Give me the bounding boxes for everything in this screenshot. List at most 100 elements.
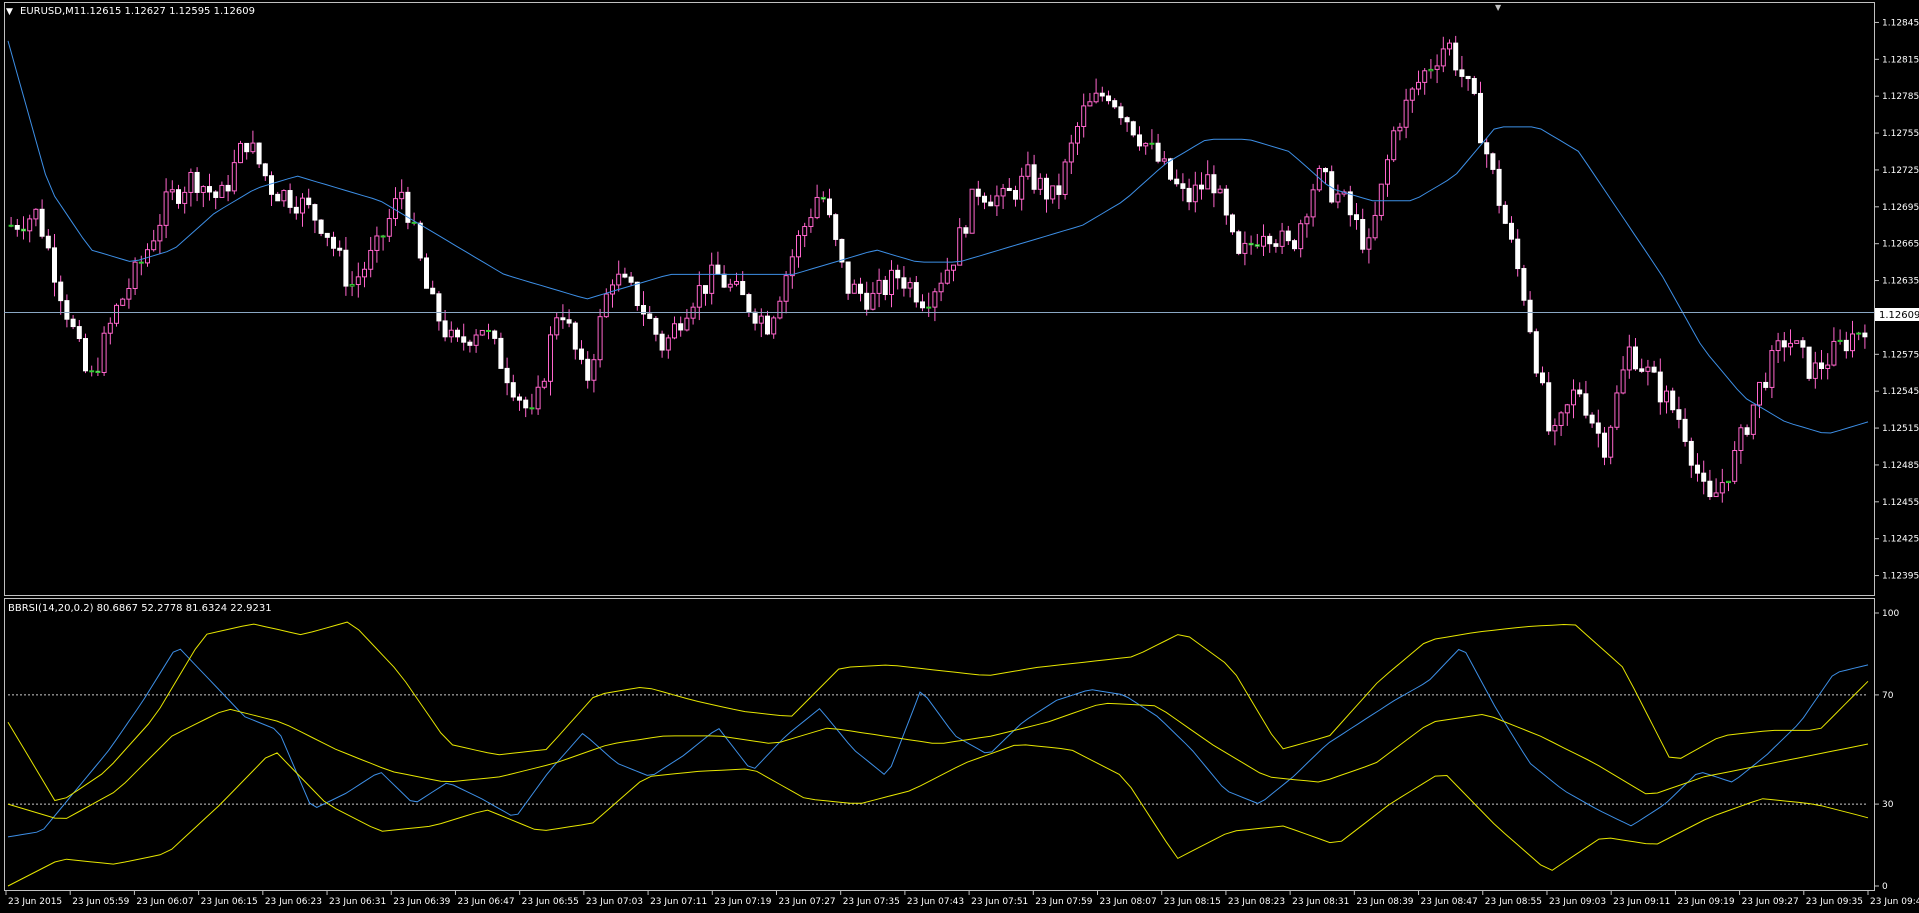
candle-body — [225, 184, 231, 192]
candle-body — [969, 188, 975, 234]
candle-body — [45, 235, 51, 249]
candle-body — [1391, 130, 1397, 161]
candle-body — [132, 261, 138, 290]
candle-body — [219, 184, 225, 198]
candle-body — [1856, 332, 1862, 335]
candle-body — [1608, 426, 1614, 458]
candle-body — [424, 257, 429, 289]
candle-body — [269, 175, 274, 195]
candle-body — [1533, 331, 1539, 374]
candle-body — [1484, 142, 1490, 155]
price-tick-label: 1.12665 — [1882, 240, 1919, 250]
candle-body — [1273, 243, 1279, 247]
candle-body — [1254, 244, 1260, 247]
candle-body — [1589, 414, 1595, 424]
candle-body — [448, 329, 454, 338]
candle-body — [628, 276, 634, 283]
candle-body — [1806, 346, 1812, 379]
candle-body — [994, 195, 1000, 207]
candle-body — [176, 189, 181, 204]
candle-body — [380, 235, 386, 238]
candle-body — [1267, 235, 1273, 245]
candle-body — [1081, 105, 1087, 127]
chart-window[interactable]: 1.12845 1.12815 1.12785 1.12755 1.12725 1.126… — [0, 0, 1919, 909]
candle-body — [1143, 142, 1149, 147]
time-tick-label: 23 Jun 07:59 — [1035, 897, 1092, 907]
candle-body — [120, 298, 126, 306]
candle-body — [1633, 346, 1638, 370]
candle-body — [752, 311, 758, 324]
candle-body — [1223, 188, 1229, 216]
indicator-tick-label: 0 — [1882, 882, 1888, 892]
candle-body — [963, 227, 969, 234]
candle-body — [1149, 142, 1155, 145]
chart-shift-marker-icon[interactable]: ▼ — [1495, 3, 1502, 12]
time-tick-label: 23 Jun 07:11 — [650, 897, 707, 907]
candle-body — [95, 370, 101, 373]
candle-body — [1137, 134, 1142, 147]
candle-body — [548, 334, 553, 382]
time-tick-label: 23 Jun 08:31 — [1292, 897, 1349, 907]
chart-canvas[interactable]: 1.12845 1.12815 1.12785 1.12755 1.12725 1.126… — [0, 0, 1919, 909]
candle-body — [33, 208, 39, 220]
candle-body — [1732, 450, 1738, 482]
candle-body — [982, 195, 987, 203]
candle-body — [306, 197, 312, 206]
candle-body — [1453, 42, 1459, 71]
candle-body — [349, 284, 355, 287]
candle-body — [659, 333, 665, 351]
candle-body — [1056, 185, 1062, 195]
candle-body — [734, 281, 739, 285]
candle-body — [1310, 189, 1316, 218]
candle-body — [498, 337, 504, 369]
price-tick-label: 1.12545 — [1882, 387, 1919, 397]
candle-body — [64, 300, 70, 320]
candle-body — [436, 293, 442, 322]
candle-body — [1397, 126, 1403, 132]
price-tick-label: 1.12575 — [1882, 350, 1919, 360]
candle-body — [145, 249, 150, 264]
candle-body — [1577, 389, 1583, 395]
candle-body — [1490, 153, 1496, 170]
candle-body — [1831, 340, 1837, 366]
candle-body — [1242, 242, 1248, 254]
time-tick-label: 23 Jun 2015 — [8, 897, 62, 907]
candle-body — [566, 319, 572, 324]
candle-body — [1062, 161, 1068, 195]
candle-body — [1205, 174, 1211, 190]
candle-body — [647, 313, 653, 319]
candle-body — [1825, 364, 1831, 370]
candle-body — [1521, 268, 1527, 301]
collapse-arrow-icon[interactable]: ▼ — [6, 7, 13, 17]
candle-body — [504, 367, 510, 384]
candle-body — [1112, 100, 1118, 108]
candle-body — [802, 226, 808, 237]
candle-body — [1509, 222, 1514, 240]
candle-body — [238, 142, 243, 164]
candle-body — [1800, 340, 1806, 348]
time-tick-label: 23 Jun 07:27 — [778, 897, 835, 907]
candle-body — [696, 285, 702, 308]
candle-body — [1695, 464, 1700, 474]
candle-body — [1651, 366, 1657, 373]
price-tick-label: 1.12695 — [1882, 203, 1919, 213]
time-tick-label: 23 Jun 06:55 — [522, 897, 579, 907]
candle-body — [39, 208, 45, 237]
candle-body — [1031, 164, 1037, 190]
candle-body — [1180, 183, 1186, 189]
candle-body — [889, 269, 894, 295]
candle-body — [1688, 440, 1694, 466]
candle-body — [14, 225, 20, 230]
candle-body — [913, 282, 919, 303]
time-tick-label: 23 Jun 06:07 — [136, 897, 193, 907]
candle-body — [529, 407, 535, 410]
candle-body — [479, 329, 485, 336]
candle-body — [709, 264, 715, 294]
candle-body — [207, 186, 212, 193]
candle-body — [1775, 340, 1781, 352]
price-tick-label: 1.12455 — [1882, 498, 1919, 508]
candle-body — [1025, 164, 1031, 177]
candle-body — [783, 275, 789, 302]
candle-body — [1217, 188, 1223, 194]
candle-body — [1409, 88, 1415, 101]
